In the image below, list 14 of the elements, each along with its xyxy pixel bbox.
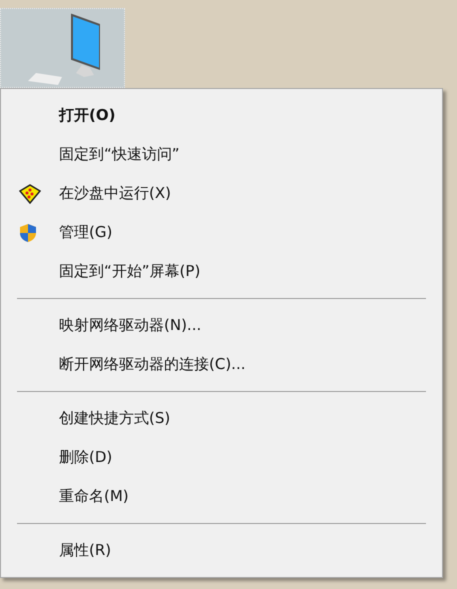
menu-item[interactable]: 映射网络驱动器(N)...	[1, 306, 442, 345]
menu-item[interactable]: 固定到“快速访问”	[1, 135, 442, 174]
menu-item[interactable]: 管理(G)	[1, 213, 442, 252]
menu-item[interactable]: 固定到“开始”屏幕(P)	[1, 252, 442, 291]
sandbox-icon	[19, 184, 41, 204]
menu-item[interactable]: 断开网络驱动器的连接(C)...	[1, 345, 442, 384]
shield-icon	[19, 223, 37, 243]
menu-item[interactable]: 创建快捷方式(S)	[1, 399, 442, 438]
menu-item[interactable]: 打开(O)	[1, 96, 442, 135]
menu-item[interactable]: 删除(D)	[1, 438, 442, 477]
computer-desktop-icon[interactable]	[0, 8, 125, 88]
menu-item[interactable]: 重命名(M)	[1, 477, 442, 516]
menu-item[interactable]: 属性(R)	[1, 531, 442, 570]
menu-item[interactable]: 在沙盘中运行(X)	[1, 174, 442, 213]
